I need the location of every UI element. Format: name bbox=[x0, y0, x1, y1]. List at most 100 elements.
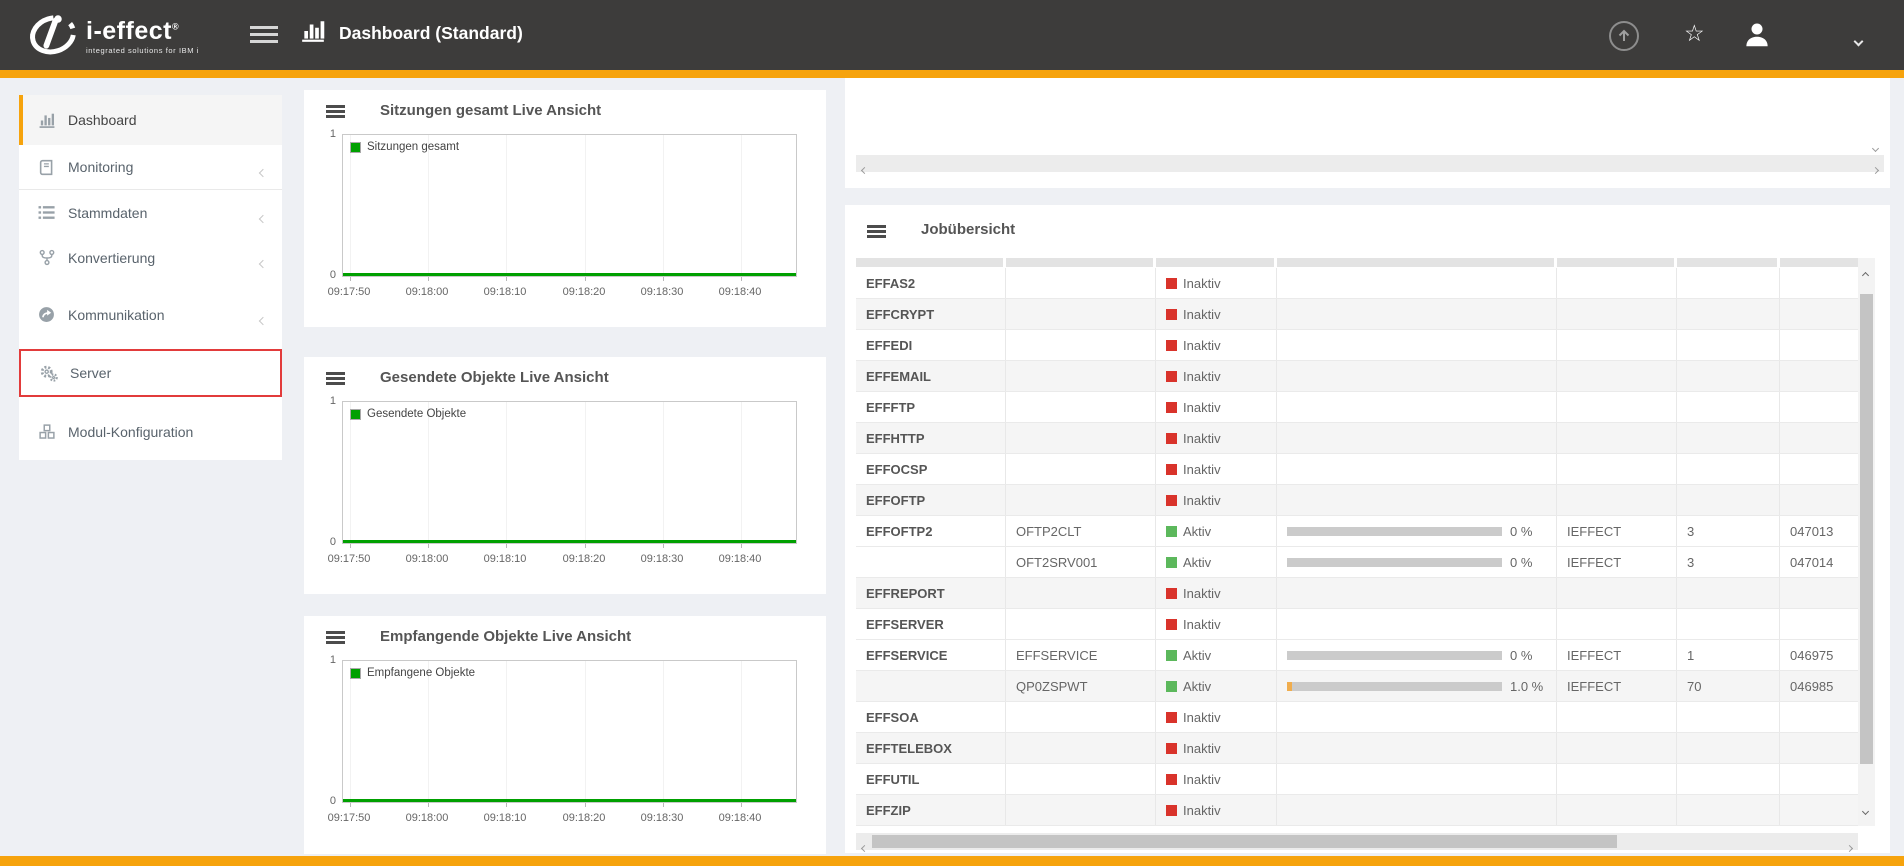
job-table-row[interactable]: EFFEDIInaktiv bbox=[856, 330, 1858, 361]
job-id-cell bbox=[1006, 330, 1156, 360]
panel-menu-icon[interactable] bbox=[326, 105, 345, 117]
panel-menu-icon[interactable] bbox=[326, 631, 345, 643]
table-header-cell bbox=[1557, 258, 1677, 267]
job-cpu-cell bbox=[1277, 733, 1557, 763]
panel-title: Jobübersicht bbox=[921, 221, 1015, 238]
cpu-percent-label: 0 % bbox=[1510, 555, 1532, 570]
horizontal-scrollbar[interactable] bbox=[856, 155, 1884, 172]
status-label: Inaktiv bbox=[1183, 493, 1221, 508]
cpu-progress-bar bbox=[1287, 651, 1502, 660]
status-label: Aktiv bbox=[1183, 555, 1211, 570]
chevron-down-icon[interactable] bbox=[1873, 138, 1878, 156]
sidebar-spacer bbox=[19, 280, 282, 292]
x-axis-tick-label: 09:18:00 bbox=[397, 286, 457, 298]
vertical-scrollbar[interactable] bbox=[1858, 258, 1875, 826]
horizontal-scrollbar[interactable] bbox=[856, 833, 1858, 850]
scroll-up-icon[interactable] bbox=[1863, 265, 1868, 283]
job-name-cell: EFFUTIL bbox=[856, 764, 1006, 794]
brand-name: i-effect® bbox=[86, 19, 199, 44]
gridline bbox=[506, 402, 507, 543]
panel-menu-icon[interactable] bbox=[867, 225, 886, 237]
sidebar-item-server[interactable]: Server bbox=[19, 349, 282, 397]
status-label: Inaktiv bbox=[1183, 307, 1221, 322]
table-header-cell bbox=[1006, 258, 1156, 267]
job-status-cell: Inaktiv bbox=[1156, 268, 1277, 298]
gridline bbox=[741, 402, 742, 543]
job-status-cell: Inaktiv bbox=[1156, 733, 1277, 763]
star-icon[interactable]: ☆ bbox=[1684, 22, 1705, 45]
job-cpu-cell bbox=[1277, 299, 1557, 329]
x-axis-tick-label: 09:18:00 bbox=[397, 812, 457, 824]
sidebar-item-stammdaten[interactable]: Stammdaten bbox=[19, 190, 282, 235]
axis-tick bbox=[741, 803, 742, 807]
job-table-row[interactable]: OFT2SRV001Aktiv0 %IEFFECT3047014 bbox=[856, 547, 1858, 578]
gridline bbox=[585, 661, 586, 802]
chart-legend: Sitzungen gesamt bbox=[350, 141, 459, 153]
scrollbar-thumb[interactable] bbox=[872, 835, 1617, 848]
cpu-percent-label: 0 % bbox=[1510, 524, 1532, 539]
job-table-row[interactable]: EFFHTTPInaktiv bbox=[856, 423, 1858, 454]
job-table-row[interactable]: EFFOFTPInaktiv bbox=[856, 485, 1858, 516]
status-inactive-icon bbox=[1166, 433, 1177, 444]
gridline bbox=[663, 135, 664, 276]
upload-circle-icon[interactable] bbox=[1609, 21, 1639, 51]
job-table-row[interactable]: EFFREPORTInaktiv bbox=[856, 578, 1858, 609]
job-name-cell: EFFOCSP bbox=[856, 454, 1006, 484]
job-count-cell bbox=[1677, 702, 1780, 732]
job-status-cell: Aktiv bbox=[1156, 547, 1277, 577]
job-table-row[interactable]: EFFEMAILInaktiv bbox=[856, 361, 1858, 392]
job-cpu-cell bbox=[1277, 423, 1557, 453]
job-table-row[interactable]: EFFCRYPTInaktiv bbox=[856, 299, 1858, 330]
job-table-row[interactable]: EFFZIPInaktiv bbox=[856, 795, 1858, 826]
job-count-cell bbox=[1677, 299, 1780, 329]
job-count-cell bbox=[1677, 609, 1780, 639]
scroll-down-icon[interactable] bbox=[1863, 801, 1868, 819]
chart-legend: Gesendete Objekte bbox=[350, 408, 466, 420]
job-table-row[interactable]: EFFSERVERInaktiv bbox=[856, 609, 1858, 640]
sidebar-item-modul-konfiguration[interactable]: Modul-Konfiguration bbox=[19, 409, 282, 454]
x-axis-tick-label: 09:18:20 bbox=[554, 812, 614, 824]
job-id-cell: QP0ZSPWT bbox=[1006, 671, 1156, 701]
gridline bbox=[350, 661, 351, 802]
status-inactive-icon bbox=[1166, 371, 1177, 382]
sidebar-item-label: Modul-Konfiguration bbox=[68, 424, 193, 440]
job-name-cell: EFFSERVER bbox=[856, 609, 1006, 639]
job-table-row[interactable]: EFFUTILInaktiv bbox=[856, 764, 1858, 795]
job-table-row[interactable]: EFFAS2Inaktiv bbox=[856, 268, 1858, 299]
sidebar-item-konvertierung[interactable]: Konvertierung bbox=[19, 235, 282, 280]
job-count-cell: 1 bbox=[1677, 640, 1780, 670]
job-id-cell: OFT2SRV001 bbox=[1006, 547, 1156, 577]
job-table-row[interactable]: EFFOCSPInaktiv bbox=[856, 454, 1858, 485]
scroll-right-icon[interactable] bbox=[1873, 160, 1878, 178]
job-count-cell bbox=[1677, 733, 1780, 763]
user-icon[interactable] bbox=[1742, 20, 1772, 55]
job-status-cell: Inaktiv bbox=[1156, 392, 1277, 422]
status-label: Inaktiv bbox=[1183, 710, 1221, 725]
job-status-cell: Aktiv bbox=[1156, 671, 1277, 701]
scroll-left-icon[interactable] bbox=[862, 838, 867, 856]
table-header-cell bbox=[856, 258, 1006, 267]
job-table-row[interactable]: EFFFTPInaktiv bbox=[856, 392, 1858, 423]
sidebar-item-dashboard[interactable]: Dashboard bbox=[19, 95, 282, 145]
job-table-row[interactable]: EFFOFTP2OFTP2CLTAktiv0 %IEFFECT3047013 bbox=[856, 516, 1858, 547]
job-table-row[interactable]: QP0ZSPWTAktiv1.0 %IEFFECT70046985 bbox=[856, 671, 1858, 702]
sidebar-item-kommunikation[interactable]: Kommunikation bbox=[19, 292, 282, 337]
status-inactive-icon bbox=[1166, 805, 1177, 816]
scrollbar-thumb[interactable] bbox=[1860, 294, 1873, 764]
job-user-cell bbox=[1557, 764, 1677, 794]
chevron-down-icon[interactable] bbox=[1855, 32, 1862, 50]
status-inactive-icon bbox=[1166, 464, 1177, 475]
job-table-row[interactable]: EFFSOAInaktiv bbox=[856, 702, 1858, 733]
scroll-left-icon[interactable] bbox=[862, 160, 867, 178]
job-status-cell: Inaktiv bbox=[1156, 702, 1277, 732]
cubes-icon bbox=[37, 423, 56, 440]
job-table-row[interactable]: EFFSERVICEEFFSERVICEAktiv0 %IEFFECT10469… bbox=[856, 640, 1858, 671]
panel-menu-icon[interactable] bbox=[326, 372, 345, 384]
job-name-cell: EFFEMAIL bbox=[856, 361, 1006, 391]
job-table-row[interactable]: EFFTELEBOXInaktiv bbox=[856, 733, 1858, 764]
x-axis-tick-label: 09:18:30 bbox=[632, 553, 692, 565]
sidebar-item-monitoring[interactable]: Monitoring bbox=[19, 145, 282, 190]
menu-icon[interactable] bbox=[250, 26, 278, 44]
scroll-right-icon[interactable] bbox=[1847, 838, 1852, 856]
y-axis-min-label: 0 bbox=[312, 536, 336, 548]
